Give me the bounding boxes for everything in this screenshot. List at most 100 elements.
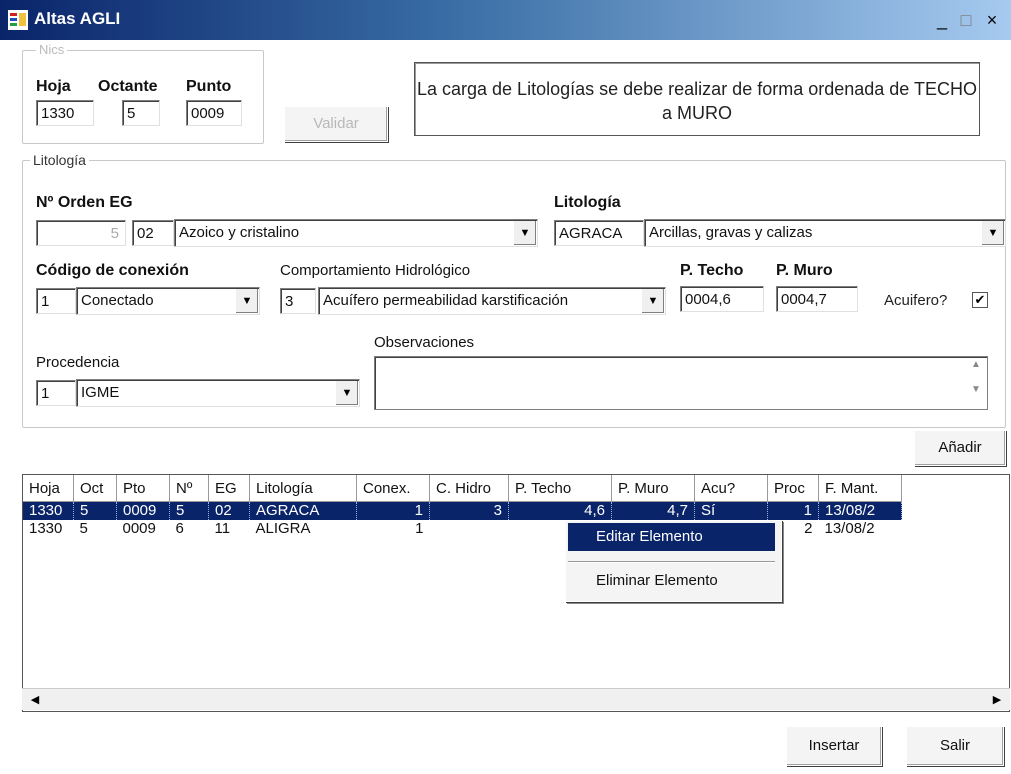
litologias-grid[interactable]: Hoja Oct Pto Nº EG Litología Conex. C. H… [22, 474, 1010, 712]
chevron-down-icon[interactable]: ▼ [641, 289, 664, 313]
acuifero-label: Acuifero? [884, 292, 948, 309]
orden-input[interactable]: 5 [36, 220, 126, 246]
comportamiento-label: Comportamiento Hidrológico [280, 262, 471, 279]
col-conex[interactable]: Conex. [356, 475, 430, 502]
comportamiento-select-value: Acuífero permeabilidad karstificación [323, 292, 569, 309]
cell: 13/08/2 [818, 501, 902, 520]
col-litologia[interactable]: Litología [249, 475, 357, 502]
cell: 3 [429, 501, 509, 520]
col-ptecho[interactable]: P. Techo [508, 475, 612, 502]
chevron-down-icon[interactable]: ▼ [981, 221, 1004, 245]
grid-horizontal-scrollbar[interactable]: ◀ ▶ [22, 688, 1010, 710]
col-num[interactable]: Nº [169, 475, 209, 502]
litologia-label: Litología [554, 194, 621, 211]
p-muro-input[interactable]: 0004,7 [776, 286, 858, 312]
eg-select-value: Azoico y cristalino [179, 224, 300, 241]
col-pmuro[interactable]: P. Muro [611, 475, 695, 502]
editar-elemento-menu-item[interactable]: Editar Elemento [568, 523, 775, 551]
cell: 1 [356, 501, 430, 520]
cell: Sí [694, 501, 768, 520]
hoja-input[interactable]: 1330 [36, 100, 94, 126]
eg-code-input[interactable]: 02 [132, 220, 174, 246]
validar-button[interactable]: Validar [284, 106, 388, 142]
cell: 4,7 [611, 501, 695, 520]
title-bar[interactable]: Altas AGLI _ □ × [0, 0, 1011, 40]
conexion-code-input[interactable]: 1 [36, 288, 76, 314]
col-acu[interactable]: Acu? [694, 475, 768, 502]
cell: 5 [79, 520, 88, 537]
punto-input[interactable]: 0009 [186, 100, 242, 126]
chevron-down-icon[interactable]: ▼ [513, 221, 536, 245]
context-menu: Editar Elemento Eliminar Elemento [565, 520, 782, 602]
scroll-up-icon[interactable]: ▲ [967, 359, 985, 370]
cell: ALIGRA [255, 520, 311, 537]
hoja-label: Hoja [36, 78, 71, 95]
cell: 1330 [23, 501, 74, 520]
procedencia-label: Procedencia [36, 354, 120, 371]
cell: 0009 [116, 501, 170, 520]
cell: 11 [214, 520, 231, 537]
comportamiento-code-input[interactable]: 3 [280, 288, 316, 314]
litologia-legend: Litología [30, 152, 89, 168]
table-row[interactable]: 1330 5 0009 5 02 AGRACA 1 3 4,6 4,7 Sí 1… [23, 501, 902, 520]
scroll-left-icon[interactable]: ◀ [26, 691, 44, 709]
cell: 5 [73, 501, 117, 520]
cell: 02 [208, 501, 250, 520]
litologia-select-value: Arcillas, gravas y calizas [649, 224, 813, 241]
close-button[interactable]: × [982, 10, 1002, 30]
col-proc[interactable]: Proc [767, 475, 819, 502]
grid-header-row: Hoja Oct Pto Nº EG Litología Conex. C. H… [23, 475, 902, 502]
chevron-down-icon[interactable]: ▼ [235, 289, 258, 313]
observaciones-textarea[interactable]: ▲ ▼ [374, 356, 988, 410]
minimize-button[interactable]: _ [932, 10, 952, 30]
cell: 6 [175, 520, 184, 537]
cell: AGRACA [249, 501, 357, 520]
cell: 1 [767, 501, 819, 520]
procedencia-code-input[interactable]: 1 [36, 380, 76, 406]
procedencia-select-value: IGME [81, 384, 120, 401]
salir-button[interactable]: Salir [906, 726, 1004, 766]
insertar-button[interactable]: Insertar [786, 726, 882, 766]
col-hoja[interactable]: Hoja [23, 475, 74, 502]
p-techo-input[interactable]: 0004,6 [680, 286, 764, 312]
window-title: Altas AGLI [34, 9, 121, 28]
conexion-select[interactable]: Conectado ▼ [76, 287, 260, 315]
codigo-conexion-label: Código de conexión [36, 262, 189, 279]
notice-box: La carga de Litologías se debe realizar … [414, 62, 980, 136]
col-eg[interactable]: EG [208, 475, 250, 502]
scroll-down-icon[interactable]: ▼ [967, 384, 985, 395]
eliminar-elemento-menu-item[interactable]: Eliminar Elemento [568, 567, 775, 595]
col-fmant[interactable]: F. Mant. [818, 475, 902, 502]
cell: 13/08/2 [824, 520, 875, 537]
eg-select[interactable]: Azoico y cristalino ▼ [174, 219, 538, 247]
menu-separator [568, 561, 775, 563]
cell: 1330 [29, 520, 63, 537]
cell: 1 [415, 520, 424, 537]
comportamiento-select[interactable]: Acuífero permeabilidad karstificación ▼ [318, 287, 666, 315]
punto-label: Punto [186, 78, 232, 95]
col-pto[interactable]: Pto [116, 475, 170, 502]
col-chidro[interactable]: C. Hidro [429, 475, 509, 502]
app-icon [8, 10, 28, 30]
litologia-code-input[interactable]: AGRACA [554, 220, 644, 246]
orden-eg-label: Nº Orden EG [36, 194, 133, 211]
cell [430, 520, 509, 538]
chevron-down-icon[interactable]: ▼ [335, 381, 358, 405]
anadir-button[interactable]: Añadir [914, 430, 1006, 466]
col-oct[interactable]: Oct [73, 475, 117, 502]
scroll-right-icon[interactable]: ▶ [988, 691, 1006, 709]
cell: 5 [169, 501, 209, 520]
acuifero-checkbox[interactable]: ✔ [972, 292, 988, 308]
nics-groupbox [22, 50, 264, 144]
p-muro-label: P. Muro [776, 262, 833, 279]
litologia-select[interactable]: Arcillas, gravas y calizas ▼ [644, 219, 1006, 247]
octante-label: Octante [98, 78, 158, 95]
cell: 4,6 [508, 501, 612, 520]
observaciones-scrollbar[interactable]: ▲ ▼ [967, 359, 985, 407]
observaciones-label: Observaciones [374, 334, 475, 351]
conexion-select-value: Conectado [81, 292, 154, 309]
main-window: Altas AGLI _ □ × Nics Hoja Octante Punto… [0, 0, 1011, 774]
procedencia-select[interactable]: IGME ▼ [76, 379, 360, 407]
octante-input[interactable]: 5 [122, 100, 160, 126]
maximize-button[interactable]: □ [956, 10, 976, 30]
